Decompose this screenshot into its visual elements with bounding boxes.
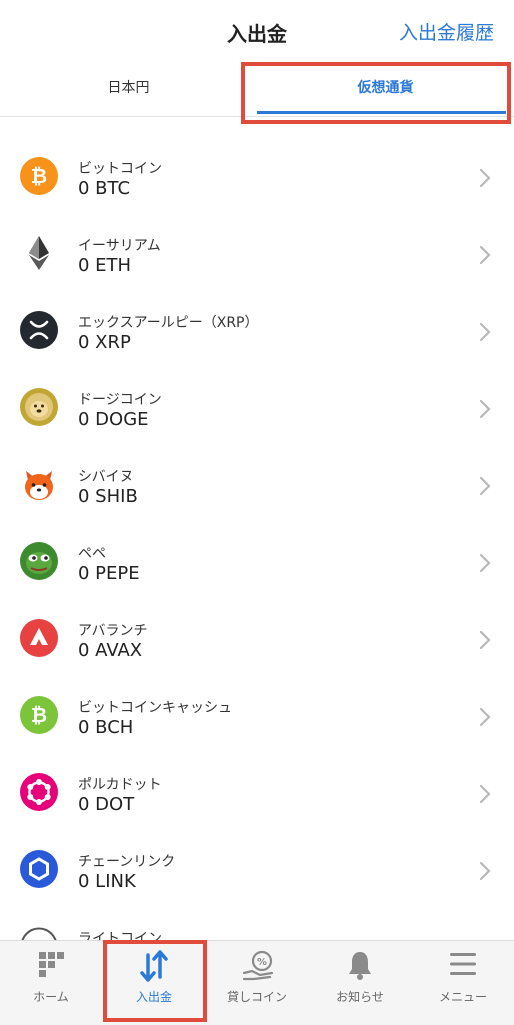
chevron-right-icon [479,399,491,419]
lending-icon: % [242,950,274,981]
coin-name: イーサリアム [78,238,161,254]
nav-label: メニュー [438,990,487,1004]
list-item[interactable]: ポルカドット 0 DOT [0,756,514,833]
coin-amount: 0 BTC [78,178,131,199]
coin-amount: 0 AVAX [78,640,143,661]
svg-text:%: % [257,957,267,968]
coin-name: ビットコイン [78,161,162,177]
nav-item-menu[interactable]: メニュー [412,941,514,1025]
list-item[interactable]: ドージコイン 0 DOGE [0,371,514,448]
svg-text:₿: ₿ [31,164,47,188]
nav-label: 貸しコイン [226,990,287,1004]
shiba-icon [20,465,58,503]
polkadot-icon [20,773,58,811]
chevron-right-icon [479,707,491,727]
chevron-right-icon [479,630,491,650]
list-item[interactable]: シバイヌ 0 SHIB [0,448,514,525]
bitcoin-cash-icon: ₿ [20,696,58,734]
chevron-right-icon [479,322,491,342]
bottom-nav: ホーム 入出金 % 貸しコイン お知らせ メニュー [0,940,514,1025]
coin-amount: 0 SHIB [78,486,138,507]
svg-text:₿: ₿ [31,703,47,727]
coin-amount: 0 BCH [78,717,134,738]
chevron-right-icon [479,245,491,265]
xrp-icon [20,311,58,349]
coin-name: ポルカドット [78,777,162,793]
nav-item-lending[interactable]: % 貸しコイン [206,941,308,1025]
chevron-right-icon [479,861,491,881]
home-icon [39,952,64,977]
list-item[interactable]: ₿ ビットコイン 0 BTC [0,140,514,217]
history-link[interactable]: 入出金履歴 [399,18,494,45]
list-item[interactable]: エックスアールピー（XRP） 0 XRP [0,294,514,371]
coin-name: ドージコイン [78,392,162,408]
coin-name: アバランチ [78,623,148,639]
bitcoin-icon: ₿ [20,157,58,195]
coin-amount: 0 DOGE [78,409,149,430]
nav-label: ホーム [33,990,69,1004]
coin-name: チェーンリンク [78,854,176,870]
nav-item-notifications[interactable]: お知らせ [309,941,411,1025]
dogecoin-icon [20,388,58,426]
list-item[interactable]: アバランチ 0 AVAX [0,602,514,679]
highlight-box-transfer-nav [103,940,207,1022]
coin-name: ビットコインキャッシュ [78,700,232,716]
ethereum-icon [29,236,49,270]
coin-amount: 0 DOT [78,794,135,815]
chevron-right-icon [479,553,491,573]
tab-jpy[interactable]: 日本円 [0,64,257,112]
pepe-icon [20,542,58,580]
coin-amount: 0 XRP [78,332,131,353]
coin-name: シバイヌ [78,469,134,485]
nav-item-home[interactable]: ホーム [0,941,102,1025]
avalanche-icon [20,619,58,657]
coin-name: エックスアールピー（XRP） [78,315,259,331]
coin-amount: 0 LINK [78,871,136,892]
nav-label: お知らせ [336,990,384,1004]
list-item[interactable]: ペペ 0 PEPE [0,525,514,602]
coin-amount: 0 ETH [78,255,132,276]
coin-list: ₿ ビットコイン 0 BTC イーサリアム 0 ETH エックスアールピー（XR… [0,140,514,987]
chevron-right-icon [479,168,491,188]
menu-icon [450,953,476,975]
list-item[interactable]: イーサリアム 0 ETH [0,217,514,294]
header: 入出金 入出金履歴 [0,0,514,64]
bell-icon [349,952,371,980]
coin-name: ペペ [78,546,106,562]
chevron-right-icon [479,784,491,804]
list-item[interactable]: ₿ ビットコインキャッシュ 0 BCH [0,679,514,756]
coin-amount: 0 PEPE [78,563,140,584]
list-item[interactable]: チェーンリンク 0 LINK [0,833,514,910]
chainlink-icon [20,850,58,888]
highlight-box-crypto-tab [241,62,511,124]
chevron-right-icon [479,476,491,496]
